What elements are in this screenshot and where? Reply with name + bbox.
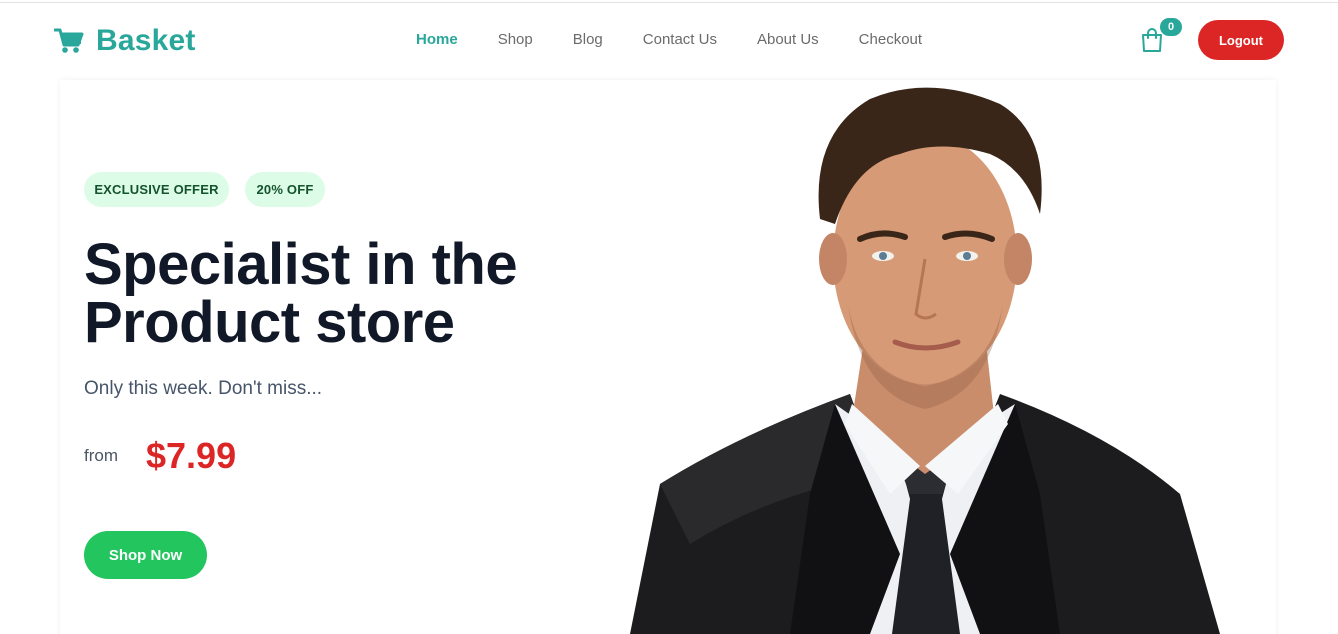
nav-item-blog[interactable]: Blog <box>573 30 603 50</box>
price-from-label: from <box>84 446 118 465</box>
hero-portrait-image <box>630 87 1220 634</box>
nav-item-checkout[interactable]: Checkout <box>859 30 922 50</box>
hero-subline: Only this week. Don't miss... <box>84 378 323 399</box>
nav-item-shop[interactable]: Shop <box>498 30 533 50</box>
discount-badge: 20% OFF <box>245 172 325 207</box>
page: Basket Home Shop Blog Contact Us About U… <box>0 0 1338 634</box>
headline-line-2: Product store <box>84 290 455 355</box>
hero-price: $7.99 <box>146 435 237 476</box>
cart-count-badge: 0 <box>1160 18 1182 36</box>
main-nav: Home Shop Blog Contact Us About Us Check… <box>396 30 942 50</box>
brand-name: Basket <box>96 24 196 57</box>
cart-icon <box>54 28 84 53</box>
shop-now-button[interactable]: Shop Now <box>84 531 207 579</box>
logout-button[interactable]: Logout <box>1198 20 1284 60</box>
top-divider <box>0 2 1338 3</box>
hero-headline: Specialist in the Product store <box>84 236 604 352</box>
exclusive-offer-badge: EXCLUSIVE OFFER <box>84 172 229 207</box>
nav-item-contact-us[interactable]: Contact Us <box>643 30 717 50</box>
brand-logo[interactable]: Basket <box>54 24 196 58</box>
headline-line-1: Specialist in the <box>84 232 518 297</box>
nav-item-about-us[interactable]: About Us <box>757 30 819 50</box>
nav-item-home[interactable]: Home <box>416 30 458 50</box>
